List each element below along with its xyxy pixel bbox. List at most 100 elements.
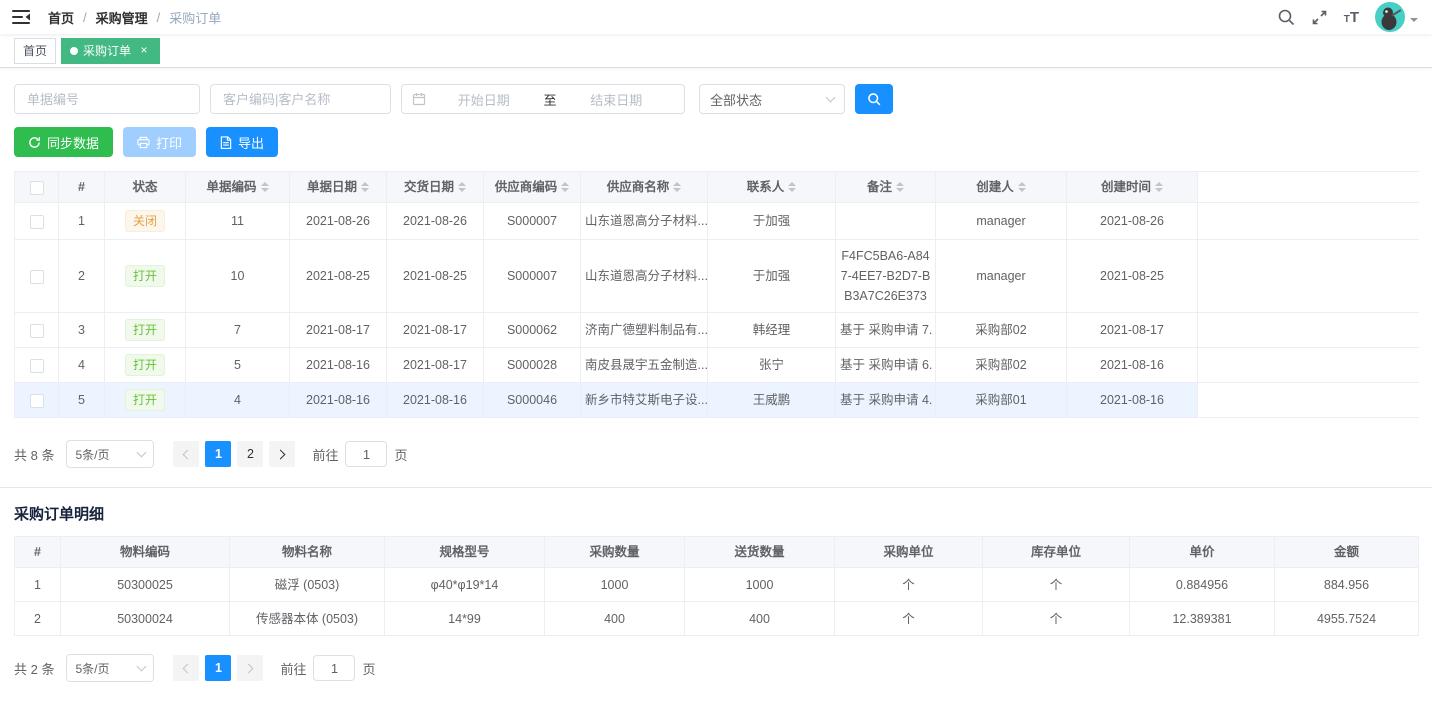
sort-icon[interactable] (673, 178, 681, 196)
prev-page-button[interactable] (173, 441, 199, 467)
next-page-button[interactable] (269, 441, 295, 467)
cell-doc-code: 4 (186, 383, 290, 418)
date-range-picker[interactable]: 开始日期 至 结束日期 (401, 84, 685, 114)
page-size-select[interactable]: 5条/页 (66, 440, 154, 468)
header-filler (1198, 172, 1419, 203)
cell-stock-unit: 个 (983, 602, 1130, 636)
goto-page-input[interactable] (313, 655, 355, 681)
fullscreen-icon[interactable] (1311, 9, 1328, 26)
col-spec: 规格型号 (385, 537, 545, 568)
sync-data-button[interactable]: 同步数据 (14, 127, 113, 157)
page-1-button[interactable]: 1 (205, 441, 231, 467)
order-row-4[interactable]: 4 打开 5 2021-08-16 2021-08-17 S000028 南皮县… (15, 348, 1419, 383)
detail-row-1[interactable]: 1 50300025 磁浮 (0503) φ40*φ19*14 1000 100… (15, 568, 1419, 602)
page-1-button[interactable]: 1 (205, 655, 231, 681)
order-row-1[interactable]: 1 关闭 11 2021-08-26 2021-08-26 S000007 山东… (15, 203, 1419, 240)
print-button[interactable]: 打印 (123, 127, 196, 157)
cell-created: 2021-08-17 (1067, 313, 1198, 348)
status-badge: 关闭 (125, 210, 165, 232)
cell-status: 关闭 (105, 203, 186, 240)
cell-contact: 于加强 (708, 203, 836, 240)
col-doc-code[interactable]: 单据编码 (186, 172, 290, 203)
close-icon[interactable]: × (137, 44, 151, 58)
row-checkbox[interactable] (30, 270, 44, 284)
prev-page-button[interactable] (173, 655, 199, 681)
sort-icon[interactable] (1155, 178, 1163, 196)
cell-remark: 基于 采购申请 6. (836, 348, 936, 383)
detail-header-row: # 物料编码 物料名称 规格型号 采购数量 送货数量 采购单位 库存单位 单价 … (15, 537, 1419, 568)
row-checkbox[interactable] (30, 324, 44, 338)
cell-amount: 884.956 (1275, 568, 1419, 602)
avatar[interactable] (1375, 2, 1405, 32)
sort-icon[interactable] (261, 178, 269, 196)
cell-supplier-name: 济南广德塑料制品有... (581, 313, 708, 348)
cell-contact: 张宁 (708, 348, 836, 383)
col-material-code: 物料编码 (61, 537, 230, 568)
col-doc-date[interactable]: 单据日期 (290, 172, 387, 203)
next-page-button[interactable] (237, 655, 263, 681)
tab-home[interactable]: 首页 (14, 38, 56, 64)
cell-doc-date: 2021-08-26 (290, 203, 387, 240)
cell-created: 2021-08-26 (1067, 203, 1198, 240)
col-status: 状态 (105, 172, 186, 203)
chevron-right-icon (276, 449, 286, 459)
col-created[interactable]: 创建时间 (1067, 172, 1198, 203)
col-supplier-name[interactable]: 供应商名称 (581, 172, 708, 203)
status-badge: 打开 (125, 319, 165, 341)
cell-contact: 于加强 (708, 240, 836, 313)
page-2-button[interactable]: 2 (237, 441, 263, 467)
tab-purchase-order[interactable]: 采购订单 × (61, 38, 160, 64)
export-button[interactable]: 导出 (206, 127, 278, 157)
cell-doc-code: 10 (186, 240, 290, 313)
sort-icon[interactable] (788, 178, 796, 196)
breadcrumb-separator: / (157, 10, 161, 25)
user-menu[interactable] (1375, 2, 1418, 32)
select-all-checkbox[interactable] (30, 181, 44, 195)
status-select[interactable]: 全部状态 (699, 84, 845, 114)
refresh-icon (28, 136, 41, 149)
sort-icon[interactable] (458, 178, 466, 196)
sort-icon[interactable] (361, 178, 369, 196)
doc-no-input[interactable] (25, 91, 189, 108)
sort-icon[interactable] (1018, 178, 1026, 196)
col-creator[interactable]: 创建人 (936, 172, 1067, 203)
cell-checkbox (15, 383, 59, 418)
tab-home-label: 首页 (23, 42, 47, 59)
cell-creator: 采购部01 (936, 383, 1067, 418)
order-row-5-selected[interactable]: 5 打开 4 2021-08-16 2021-08-16 S000046 新乡市… (15, 383, 1419, 418)
search-button[interactable] (855, 84, 893, 114)
col-delivery-date[interactable]: 交货日期 (387, 172, 484, 203)
order-row-2[interactable]: 2 打开 10 2021-08-25 2021-08-25 S000007 山东… (15, 240, 1419, 313)
page-size-select[interactable]: 5条/页 (66, 654, 154, 682)
order-row-3[interactable]: 3 打开 7 2021-08-17 2021-08-17 S000062 济南广… (15, 313, 1419, 348)
chevron-down-icon (826, 92, 836, 102)
customer-input[interactable] (221, 91, 380, 108)
detail-row-2[interactable]: 2 50300024 传感器本体 (0503) 14*99 400 400 个 … (15, 602, 1419, 636)
sidebar-toggle-icon[interactable] (10, 6, 32, 28)
col-remark[interactable]: 备注 (836, 172, 936, 203)
cell-purchase-unit: 个 (835, 602, 983, 636)
cell-supplier-code: S000062 (484, 313, 581, 348)
chevron-right-icon (244, 663, 254, 673)
cell-remark (836, 203, 936, 240)
col-contact[interactable]: 联系人 (708, 172, 836, 203)
status-select-value: 全部状态 (710, 90, 762, 109)
row-checkbox[interactable] (30, 215, 44, 229)
goto-label: 前往 (312, 445, 338, 464)
breadcrumb-home[interactable]: 首页 (48, 8, 74, 27)
goto-page-input[interactable] (345, 441, 387, 467)
cell-supplier-name: 山东道恩高分子材料... (581, 203, 708, 240)
col-supplier-code[interactable]: 供应商编码 (484, 172, 581, 203)
row-checkbox[interactable] (30, 394, 44, 408)
cell-contact: 王威鹏 (708, 383, 836, 418)
cell-doc-date: 2021-08-25 (290, 240, 387, 313)
sort-icon[interactable] (896, 178, 904, 196)
font-size-icon[interactable]: TT (1344, 9, 1359, 26)
header-search-icon[interactable] (1277, 8, 1295, 26)
cell-created: 2021-08-16 (1067, 348, 1198, 383)
cell-material-name: 传感器本体 (0503) (230, 602, 385, 636)
row-checkbox[interactable] (30, 359, 44, 373)
col-index: # (59, 172, 105, 203)
cell-checkbox (15, 203, 59, 240)
sort-icon[interactable] (561, 178, 569, 196)
